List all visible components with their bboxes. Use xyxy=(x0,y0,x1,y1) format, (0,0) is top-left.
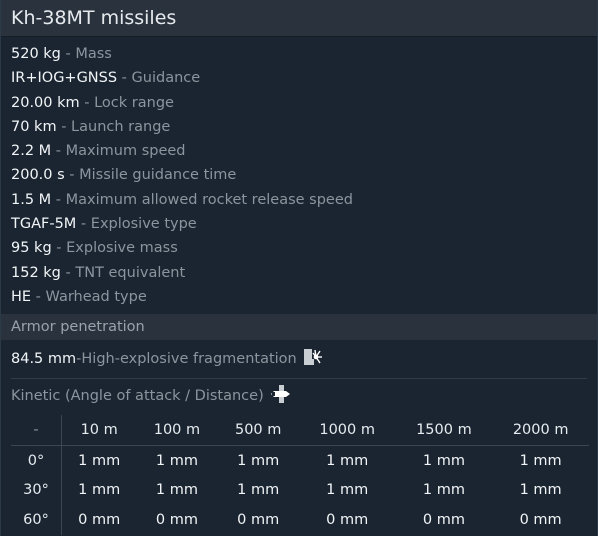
distance-header: 2000 m xyxy=(492,415,589,446)
card-title: Kh-38MT missiles xyxy=(1,0,597,37)
stat-label: TNT equivalent xyxy=(75,264,186,281)
stat-row: 152 kg - TNT equivalent xyxy=(11,261,597,285)
stat-separator: - xyxy=(64,167,80,184)
penetration-cell: 1 mm xyxy=(78,482,121,499)
stat-separator: - xyxy=(51,191,66,208)
stat-row: 95 kg - Explosive mass xyxy=(11,236,597,260)
stat-value: IR+IOG+GNSS xyxy=(11,70,118,87)
armor-penetration-header: Armor penetration xyxy=(1,314,597,340)
stat-row: 70 km - Launch range xyxy=(11,115,597,139)
projectile-icon xyxy=(270,384,292,408)
table-row: 30° 1 mm 1 mm 1 mm 1 mm 1 mm 1 mm xyxy=(11,475,589,505)
table-header-row: - 10 m 100 m 500 m 1000 m 1500 m 2000 m xyxy=(11,415,589,446)
stat-value: TGAF-5M xyxy=(11,216,77,233)
stat-label: Guidance xyxy=(131,70,201,87)
penetration-cell: 1 mm xyxy=(237,482,280,499)
kinetic-penetration-table: - 10 m 100 m 500 m 1000 m 1500 m 2000 m … xyxy=(11,415,589,535)
stats-list: 520 kg - Mass IR+IOG+GNSS - Guidance 20.… xyxy=(1,37,597,309)
penetration-cell: 1 mm xyxy=(422,482,465,499)
stat-value: 200.0 s xyxy=(11,167,65,184)
stat-value: 70 km xyxy=(11,118,57,135)
stat-label: Lock range xyxy=(94,94,174,111)
stat-separator: - xyxy=(60,46,76,62)
stat-label: Mass xyxy=(75,46,112,62)
stat-separator: - xyxy=(31,288,46,305)
stat-label: Maximum allowed rocket release speed xyxy=(65,191,353,208)
stat-separator: - xyxy=(79,94,95,111)
distance-header: 10 m xyxy=(61,415,137,446)
stat-value: 20.00 km xyxy=(11,94,80,111)
stat-separator: - xyxy=(117,70,132,87)
stat-label: Launch range xyxy=(71,118,171,135)
angle-cell: 60° xyxy=(11,505,62,535)
stat-separator: - xyxy=(60,264,76,281)
distance-header: 1000 m xyxy=(298,415,396,446)
angle-cell: 0° xyxy=(11,445,62,476)
penetration-cell: 1 mm xyxy=(519,482,562,499)
stat-label: Explosive type xyxy=(90,216,197,233)
stat-separator: - xyxy=(51,143,66,160)
angle-cell: 30° xyxy=(11,475,62,505)
stat-row: 1.5 M - Maximum allowed rocket release s… xyxy=(11,188,597,212)
penetration-cell: 0 mm xyxy=(155,511,198,528)
penetration-cell: 0 mm xyxy=(237,511,280,528)
penetration-cell: 0 mm xyxy=(422,511,465,528)
penetration-cell: 1 mm xyxy=(155,482,198,499)
stat-value: 520 kg xyxy=(11,46,61,62)
table-row: 0° 1 mm 1 mm 1 mm 1 mm 1 mm 1 mm xyxy=(11,445,589,476)
stat-row: IR+IOG+GNSS - Guidance xyxy=(11,66,597,90)
table-corner: - xyxy=(11,415,62,446)
stat-separator: - xyxy=(56,118,72,135)
missile-info-card: Kh-38MT missiles 520 kg - Mass IR+IOG+GN… xyxy=(0,0,598,536)
stat-label: Warhead type xyxy=(45,288,147,305)
stat-separator: - xyxy=(76,216,91,233)
stat-label: Maximum speed xyxy=(65,143,186,160)
stat-value: 152 kg xyxy=(11,264,61,281)
stat-value: 95 kg xyxy=(11,240,52,257)
penetration-cell: 1 mm xyxy=(237,452,280,469)
stat-label: Missile guidance time xyxy=(79,167,237,184)
stat-row: 200.0 s - Missile guidance time xyxy=(11,163,597,187)
stat-value: 1.5 M xyxy=(11,191,52,208)
distance-header: 500 m xyxy=(217,415,299,446)
stat-value: HE xyxy=(11,288,32,305)
penetration-cell: 1 mm xyxy=(155,452,198,469)
kinetic-header: Kinetic (Angle of attack / Distance) xyxy=(11,383,292,409)
he-penetration-value: 84.5 mm xyxy=(11,351,77,367)
stat-row: TGAF-5M - Explosive type xyxy=(11,212,597,236)
he-penetration-label: High-explosive fragmentation xyxy=(81,351,297,367)
table-row: 60° 0 mm 0 mm 0 mm 0 mm 0 mm 0 mm xyxy=(11,505,589,535)
penetration-cell: 1 mm xyxy=(326,452,369,469)
penetration-cell: 1 mm xyxy=(78,452,121,469)
penetration-cell: 0 mm xyxy=(519,511,562,528)
stat-separator: - xyxy=(51,240,67,257)
explosion-icon xyxy=(303,347,323,371)
section-divider xyxy=(11,378,587,379)
penetration-cell: 1 mm xyxy=(326,482,369,499)
distance-header: 1500 m xyxy=(395,415,493,446)
stat-row: HE - Warhead type xyxy=(11,285,597,309)
distance-header: 100 m xyxy=(136,415,218,446)
stat-row: 20.00 km - Lock range xyxy=(11,91,597,115)
penetration-cell: 1 mm xyxy=(519,452,562,469)
stat-label: Explosive mass xyxy=(66,240,178,257)
he-penetration-row: 84.5 mm - High-explosive fragmentation xyxy=(11,346,323,372)
penetration-cell: 0 mm xyxy=(78,511,121,528)
stat-value: 2.2 M xyxy=(11,143,52,160)
stat-row: 2.2 M - Maximum speed xyxy=(11,139,597,163)
kinetic-header-label: Kinetic (Angle of attack / Distance) xyxy=(11,388,264,404)
stat-row: 520 kg - Mass xyxy=(11,42,597,66)
penetration-cell: 1 mm xyxy=(422,452,465,469)
penetration-cell: 0 mm xyxy=(326,511,369,528)
